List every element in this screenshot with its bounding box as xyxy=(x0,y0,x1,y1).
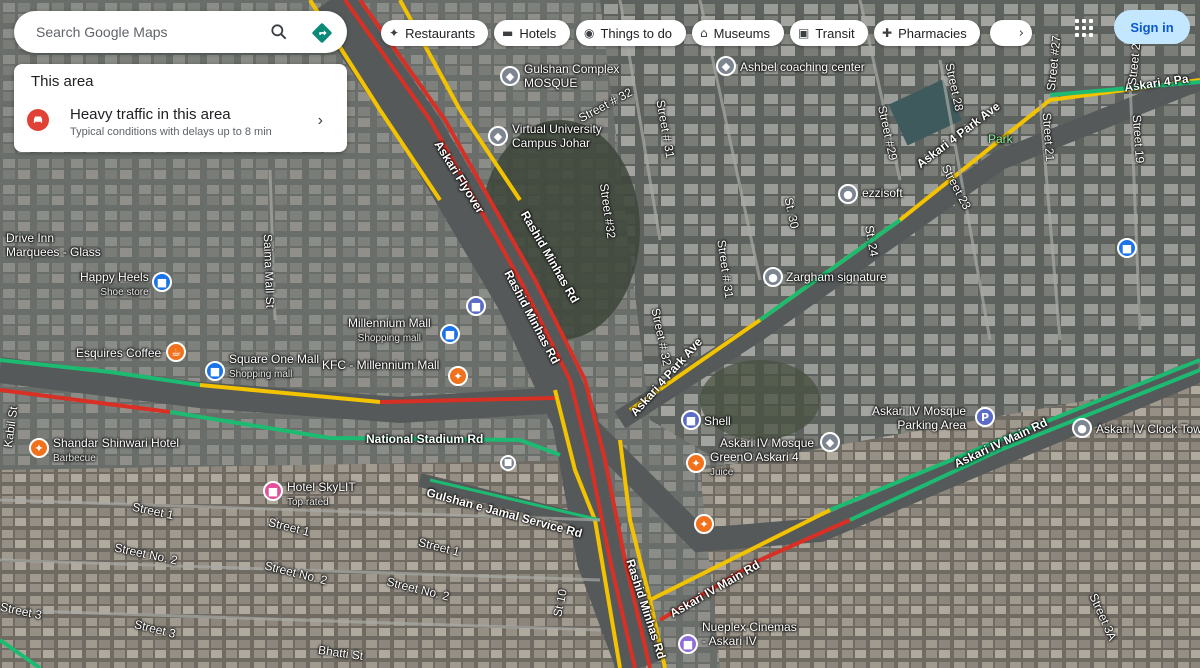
place-label[interactable]: Nueplex Cinemas - Askari IV xyxy=(702,620,797,648)
gas-station-icon[interactable]: ■ xyxy=(681,410,701,430)
place-label[interactable]: Askari IV Mosque xyxy=(720,436,814,450)
chevron-right-icon: › xyxy=(1018,25,1024,41)
school-icon[interactable]: ◆ xyxy=(716,56,736,76)
bus-icon: ▣ xyxy=(798,26,810,40)
place-pin-icon[interactable]: ● xyxy=(763,267,783,287)
place-label[interactable]: Hotel SkyLIT Top rated xyxy=(287,480,356,510)
place-label[interactable]: KFC - Millennium Mall xyxy=(322,358,439,372)
traffic-description: Typical conditions with delays up to 8 m… xyxy=(70,126,272,138)
search-input[interactable] xyxy=(34,23,258,41)
restaurant-icon[interactable]: ✦ xyxy=(694,514,714,534)
traffic-card-title: This area xyxy=(31,73,94,90)
pharmacy-icon: ✚ xyxy=(882,26,893,40)
coffee-icon[interactable]: ☕ xyxy=(166,342,186,362)
restaurant-icon[interactable]: ✦ xyxy=(29,438,49,458)
chip-hotels[interactable]: ▬ Hotels xyxy=(494,20,570,46)
fork-knife-icon: ✦ xyxy=(389,26,400,40)
place-pin-icon[interactable]: ● xyxy=(1072,418,1092,438)
shopping-bag-icon[interactable]: ■ xyxy=(440,324,460,344)
chip-label: Things to do xyxy=(600,25,673,41)
chip-label: Restaurants xyxy=(405,25,476,41)
place-label[interactable]: Virtual University Campus Johar xyxy=(512,122,602,150)
place-label[interactable]: Shell xyxy=(704,414,731,428)
chip-pharmacies[interactable]: ✚ Pharmacies xyxy=(874,20,980,46)
parking-icon[interactable]: P xyxy=(975,407,995,427)
traffic-headline: Heavy traffic in this area xyxy=(70,106,231,123)
shopping-bag-icon[interactable]: ■ xyxy=(1117,238,1137,258)
directions-icon[interactable] xyxy=(311,22,333,44)
place-label[interactable]: Square One Mall Shopping mall xyxy=(229,352,319,382)
search-box[interactable] xyxy=(14,11,347,53)
chip-transit[interactable]: ▣ Transit xyxy=(790,20,868,46)
chip-things-to-do[interactable]: ◉ Things to do xyxy=(576,20,686,46)
chip-label: Museums xyxy=(713,25,770,41)
chips-scroll-right-button[interactable]: › xyxy=(990,20,1032,46)
place-label[interactable]: Gulshan Complex MOSQUE xyxy=(524,62,619,90)
chip-label: Hotels xyxy=(519,25,557,41)
mosque-icon[interactable]: ◆ xyxy=(500,66,520,86)
road-label: National Stadium Rd xyxy=(366,432,484,446)
museum-icon: ⌂ xyxy=(700,26,708,40)
place-label[interactable]: Millennium Mall Shopping mall xyxy=(348,316,431,346)
car-icon xyxy=(27,109,49,131)
chip-label: Pharmacies xyxy=(898,25,967,41)
mosque-icon[interactable]: ◆ xyxy=(820,432,840,452)
chevron-right-icon[interactable]: › xyxy=(318,112,323,130)
chip-museums[interactable]: ⌂ Museums xyxy=(692,20,784,46)
place-label[interactable]: GreenO Askari 4 Juice xyxy=(710,450,799,480)
park-label[interactable]: Park xyxy=(988,132,1013,146)
camera-icon: ◉ xyxy=(584,26,595,40)
place-label[interactable]: Drive Inn Marquees - Glass xyxy=(6,231,101,259)
place-label[interactable]: Askari IV Clock Tow xyxy=(1096,422,1200,436)
search-icon[interactable] xyxy=(269,22,289,42)
building-icon[interactable]: ■ xyxy=(466,296,486,316)
restaurant-icon[interactable]: ✦ xyxy=(686,453,706,473)
school-icon[interactable]: ◆ xyxy=(488,126,508,146)
apps-grid-icon[interactable] xyxy=(1075,19,1093,37)
chip-restaurants[interactable]: ✦ Restaurants xyxy=(381,20,488,46)
bed-icon: ▬ xyxy=(502,26,514,40)
place-label[interactable]: Zargham signature xyxy=(786,270,887,284)
place-label[interactable]: Shandar Shinwari Hotel Barbecue xyxy=(53,436,179,466)
shopping-bag-icon[interactable]: ■ xyxy=(152,272,172,292)
place-label[interactable]: Happy Heels Shoe store xyxy=(80,270,149,300)
sign-in-button[interactable]: Sign in xyxy=(1114,10,1190,44)
place-label[interactable]: ezzisoft xyxy=(862,186,903,200)
hotel-icon[interactable]: ■ xyxy=(263,481,283,501)
bus-stop-icon[interactable]: ■ xyxy=(500,455,516,471)
place-label[interactable]: Ashbel coaching center xyxy=(740,60,865,74)
place-label[interactable]: Askari IV Mosque Parking Area xyxy=(872,404,966,432)
road-label: Saima Mall St xyxy=(260,233,278,309)
cinema-icon[interactable]: ■ xyxy=(678,634,698,654)
place-label[interactable]: Esquires Coffee xyxy=(76,346,161,360)
restaurant-icon[interactable]: ✦ xyxy=(448,366,468,386)
traffic-card[interactable]: This area Heavy traffic in this area Typ… xyxy=(14,64,347,152)
shopping-bag-icon[interactable]: ■ xyxy=(205,361,225,381)
chip-label: Transit xyxy=(815,25,855,41)
place-pin-icon[interactable]: ● xyxy=(838,184,858,204)
